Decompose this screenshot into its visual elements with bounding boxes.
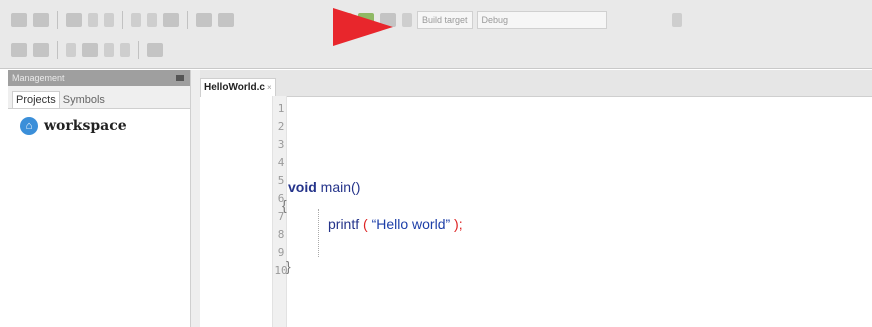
toolbar-separator <box>187 11 188 29</box>
code-call-name: printf <box>328 216 360 232</box>
bookmark-icon[interactable] <box>82 43 98 57</box>
tab-projects[interactable]: Projects <box>12 91 60 108</box>
workspace-node[interactable]: ⌂ workspace <box>20 117 190 135</box>
toolbar-separator <box>57 11 58 29</box>
toolbar-separator <box>138 41 139 59</box>
copy-icon[interactable] <box>147 13 157 27</box>
next-bookmark-icon[interactable] <box>104 43 114 57</box>
jump-forward-icon[interactable] <box>33 43 49 57</box>
code-paren-open: ( <box>363 216 368 232</box>
code-params: () <box>351 179 361 195</box>
panel-splitter[interactable] <box>191 70 200 327</box>
close-tab-icon[interactable]: × <box>267 83 272 92</box>
jump-back-icon[interactable] <box>11 43 27 57</box>
replace-icon[interactable] <box>218 13 234 27</box>
line-number: 4 <box>277 156 285 169</box>
line-number: 1 <box>277 102 285 115</box>
abort-icon[interactable] <box>402 13 412 27</box>
code-string: “Hello world” <box>371 216 451 232</box>
cut-icon[interactable] <box>131 13 141 27</box>
code-close-brace[interactable]: } <box>286 258 291 274</box>
code-open-brace[interactable]: { <box>282 197 287 213</box>
new-file-icon[interactable] <box>11 13 27 27</box>
toolbar-separator <box>57 41 58 59</box>
prev-bookmark-icon[interactable] <box>120 43 130 57</box>
toolbar: Build target Debug <box>0 0 872 69</box>
toggle-comment-icon[interactable] <box>66 43 76 57</box>
editor-area: HelloWorld.c × 1 2 3 4 5 6 7 8 9 10 void … <box>200 70 872 327</box>
management-title: Management <box>12 73 65 83</box>
code-line-main[interactable]: void main() <box>288 179 360 195</box>
open-file-icon[interactable] <box>33 13 49 27</box>
line-number: 8 <box>277 228 285 241</box>
tab-symbols[interactable]: Symbols <box>60 92 108 108</box>
line-number: 5 <box>277 174 285 187</box>
annotation-arrow <box>333 8 393 46</box>
save-icon[interactable] <box>66 13 82 27</box>
debug-icon[interactable] <box>671 13 682 27</box>
undo-icon[interactable] <box>88 13 98 27</box>
minimize-icon[interactable] <box>176 75 184 81</box>
code-function-name: main <box>320 179 352 195</box>
indent-guide <box>318 209 320 257</box>
line-number: 3 <box>277 138 285 151</box>
toolbar-separator <box>122 11 123 29</box>
code-keyword: void <box>288 179 317 195</box>
code-line-printf[interactable]: printf ( “Hello world” ); <box>328 216 463 232</box>
tab-helloworld-label: HelloWorld.c <box>204 82 265 93</box>
configuration-select[interactable]: Debug <box>476 11 607 29</box>
editor-tabs: HelloWorld.c × <box>200 70 872 97</box>
redo-icon[interactable] <box>104 13 114 27</box>
management-header: Management <box>8 70 190 86</box>
tab-helloworld[interactable]: HelloWorld.c × <box>200 78 276 97</box>
management-panel: Management Projects Symbols ⌂ workspace <box>8 70 191 327</box>
workspace-label: workspace <box>44 118 127 134</box>
line-number: 2 <box>277 120 285 133</box>
menu-icon[interactable] <box>147 43 163 57</box>
build-target-select[interactable]: Build target <box>417 11 473 29</box>
paste-icon[interactable] <box>163 13 179 27</box>
find-icon[interactable] <box>196 13 212 27</box>
code-paren-close: ); <box>454 216 463 232</box>
management-tabs: Projects Symbols <box>8 86 190 109</box>
toolbar-row-2 <box>8 36 166 64</box>
workspace-icon: ⌂ <box>20 117 38 135</box>
